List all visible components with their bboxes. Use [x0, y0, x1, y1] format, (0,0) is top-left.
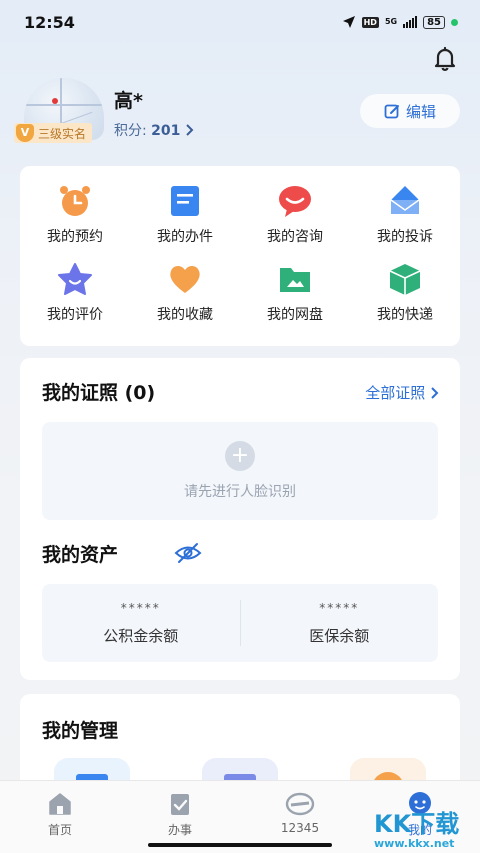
- service-complaints[interactable]: 我的投诉: [350, 184, 460, 262]
- service-label: 我的快递: [377, 307, 433, 323]
- edit-profile-button[interactable]: 编辑: [360, 94, 460, 128]
- signal-icon: [403, 16, 418, 28]
- tab-label: 12345: [280, 821, 320, 835]
- plus-circle-icon: +: [225, 441, 255, 471]
- hotline-12345-icon: [285, 792, 315, 816]
- all-certificates-link[interactable]: 全部证照: [365, 382, 440, 403]
- home-indicator: [148, 843, 332, 847]
- star-icon: [58, 263, 92, 295]
- asset-value-hidden: *****: [319, 600, 360, 615]
- envelope-icon: [390, 186, 420, 214]
- services-card: 我的预约 我的办件 我的咨询 我的投诉 我的评价 我的收藏 我的网盘 我的快递: [20, 166, 460, 346]
- document-icon: [171, 186, 199, 216]
- service-consult[interactable]: 我的咨询: [240, 184, 350, 262]
- privacy-dot-icon: [451, 18, 458, 26]
- service-cloud-drive[interactable]: 我的网盘: [240, 262, 350, 340]
- service-express[interactable]: 我的快递: [350, 262, 460, 340]
- folder-icon: [280, 268, 310, 292]
- tab-label: 首页: [47, 823, 72, 837]
- service-label: 我的收藏: [157, 307, 213, 323]
- edit-label: 编辑: [405, 102, 436, 121]
- location-arrow-icon: [342, 16, 355, 28]
- battery-icon: 85: [423, 15, 445, 29]
- management-title: 我的管理: [42, 720, 119, 742]
- watermark-url: www.kkx.net: [374, 837, 455, 850]
- home-icon: [49, 793, 71, 815]
- network-type: 5G: [384, 17, 398, 26]
- assets-title: 我的资产: [42, 544, 119, 566]
- status-bar: 12:54 HD 5G 85: [0, 0, 480, 44]
- status-icons: HD 5G 85: [342, 15, 458, 29]
- all-certificates-label: 全部证照: [365, 384, 426, 402]
- service-favorites[interactable]: 我的收藏: [130, 262, 240, 340]
- service-label: 我的咨询: [267, 229, 323, 245]
- asset-label: 医保余额: [309, 626, 370, 645]
- bell-icon[interactable]: [430, 44, 460, 74]
- tab-label: 办事: [167, 823, 192, 837]
- hd-badge: HD: [361, 16, 379, 28]
- points-label: 积分:: [114, 123, 147, 139]
- service-label: 我的评价: [47, 307, 103, 323]
- chevron-right-icon: [186, 124, 194, 136]
- tab-home[interactable]: 首页: [0, 781, 120, 853]
- service-label: 我的投诉: [377, 229, 433, 245]
- alarm-clock-icon: [60, 186, 90, 216]
- service-appointments[interactable]: 我的预约: [20, 184, 130, 262]
- package-icon: [389, 264, 421, 295]
- watermark: KK下载 www.kkx.net: [374, 804, 459, 850]
- user-name: 高*: [114, 90, 143, 112]
- service-reviews[interactable]: 我的评价: [20, 262, 130, 340]
- certificates-card: 我的证照 (0) 全部证照 + 请先进行人脸识别 我的资产 ***** 公积金余…: [20, 358, 460, 680]
- housing-fund-balance[interactable]: ***** 公积金余额: [42, 584, 240, 662]
- status-time: 12:54: [24, 12, 75, 32]
- asset-value-hidden: *****: [120, 600, 161, 615]
- service-label: 我的预约: [47, 229, 103, 245]
- map-pin-icon: [52, 98, 58, 104]
- points-link[interactable]: 积分: 201: [114, 120, 195, 140]
- clipboard-check-icon: [171, 794, 189, 815]
- medical-insurance-balance[interactable]: ***** 医保余额: [241, 584, 439, 662]
- assets-panel: ***** 公积金余额 ***** 医保余额: [42, 584, 438, 662]
- service-cases[interactable]: 我的办件: [130, 184, 240, 262]
- heart-icon: [170, 265, 200, 293]
- points-value: 201: [151, 123, 181, 139]
- eye-slash-icon[interactable]: [174, 542, 202, 564]
- face-recognition-prompt[interactable]: + 请先进行人脸识别: [42, 422, 438, 520]
- chevron-right-icon: [431, 387, 439, 399]
- face-recognition-hint: 请先进行人脸识别: [184, 484, 296, 500]
- verified-shield-icon: V: [16, 124, 34, 142]
- chat-bubble-icon: [279, 186, 311, 217]
- service-label: 我的网盘: [267, 307, 323, 323]
- service-label: 我的办件: [157, 229, 213, 245]
- edit-icon: [384, 104, 399, 119]
- watermark-brand: KK下载: [374, 810, 460, 838]
- asset-label: 公积金余额: [103, 626, 179, 645]
- real-name-badge: V 三级实名: [14, 123, 93, 143]
- certificates-title: 我的证照 (0): [42, 382, 156, 404]
- real-name-level: 三级实名: [38, 126, 87, 141]
